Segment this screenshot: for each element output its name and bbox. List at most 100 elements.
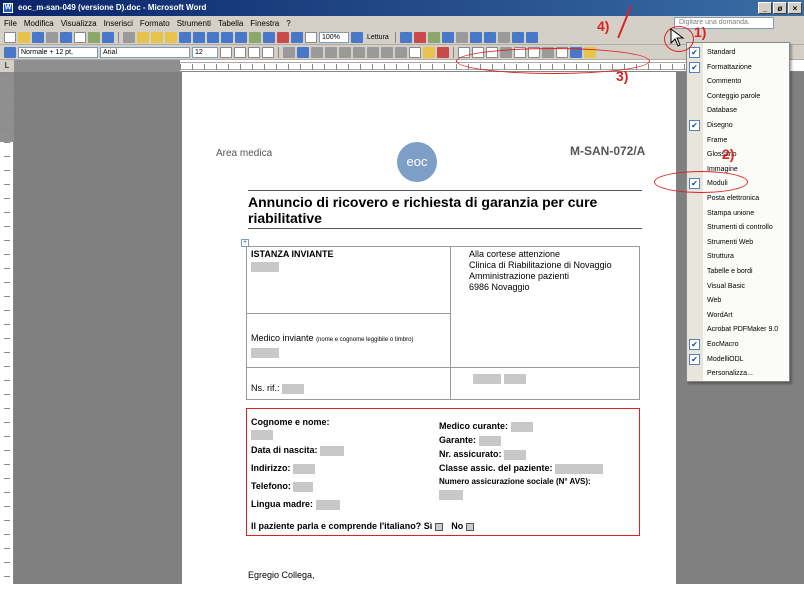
menu-visualizza[interactable]: Visualizza (61, 19, 97, 28)
tab-selector[interactable]: L (0, 60, 14, 72)
close-button[interactable]: × (788, 2, 802, 14)
numbering-icon[interactable] (353, 46, 365, 58)
menu-help[interactable]: ? (286, 19, 290, 28)
save-icon[interactable] (32, 31, 44, 43)
date-fields[interactable] (473, 373, 526, 384)
grow-font-icon[interactable] (220, 46, 232, 58)
toolbar-menu-item[interactable]: Strumenti di controllo (687, 220, 791, 235)
decrease-indent-icon[interactable] (381, 46, 393, 58)
menu-formato[interactable]: Formato (140, 19, 170, 28)
word-doc-icon[interactable]: W (3, 3, 13, 13)
menu-strumenti[interactable]: Strumenti (177, 19, 211, 28)
toolbar-menu-item[interactable]: Frame (687, 133, 791, 148)
print-preview-icon[interactable] (74, 31, 86, 43)
open-folder-icon[interactable] (18, 31, 30, 43)
copy-icon[interactable] (137, 31, 149, 43)
font-size-select[interactable]: 12 (192, 46, 218, 58)
read-mode-button[interactable]: Lettura (365, 34, 391, 41)
avs-field[interactable] (439, 489, 463, 500)
tool-d-icon[interactable] (441, 31, 454, 43)
insert-table-icon[interactable] (235, 31, 247, 43)
tool-i-icon[interactable] (511, 31, 524, 43)
toolbar-menu-item[interactable]: Struttura (687, 249, 791, 264)
tool-b-icon[interactable] (413, 31, 426, 43)
telefono-field[interactable] (293, 481, 314, 492)
italic-icon[interactable] (248, 46, 260, 58)
ask-question-input[interactable]: Digitare una domanda. (674, 17, 774, 29)
zoom-select[interactable]: 100% (319, 31, 349, 43)
spelling-icon[interactable] (88, 31, 100, 43)
styles-pane-icon[interactable] (4, 46, 16, 58)
no-checkbox[interactable] (465, 522, 474, 531)
drawing-icon[interactable] (277, 31, 289, 43)
toolbar-menu-item[interactable]: ✔ Disegno (687, 118, 791, 133)
toolbar-menu-item[interactable]: WordArt (687, 308, 791, 323)
data-nascita-field[interactable] (320, 445, 345, 456)
undo-icon[interactable] (179, 31, 191, 43)
toolbar-menu-item[interactable]: Web (687, 293, 791, 308)
bold-icon[interactable] (234, 46, 246, 58)
new-doc-icon[interactable] (4, 31, 16, 43)
lingua-field[interactable] (315, 499, 340, 510)
line-spacing-icon[interactable] (339, 46, 351, 58)
justify-icon[interactable] (325, 46, 337, 58)
menu-modifica[interactable]: Modifica (24, 19, 54, 28)
increase-indent-icon[interactable] (395, 46, 407, 58)
border-icon[interactable] (409, 46, 421, 58)
menu-tabella[interactable]: Tabella (218, 19, 243, 28)
format-painter-icon[interactable] (165, 31, 177, 43)
toolbar-menu-item[interactable]: Tabelle e bordi (687, 264, 791, 279)
tool-e-icon[interactable] (455, 31, 468, 43)
insert-excel-icon[interactable] (249, 31, 261, 43)
permission-icon[interactable] (46, 31, 58, 43)
si-checkbox[interactable] (434, 522, 443, 531)
cut-icon[interactable] (123, 31, 135, 43)
toolbar-menu-item[interactable]: Glossario (687, 147, 791, 162)
tool-j-icon[interactable] (525, 31, 538, 43)
toolbar-menu-item[interactable]: Stampa unione (687, 206, 791, 221)
redo-icon[interactable] (193, 31, 205, 43)
nr-assicurato-field[interactable] (504, 449, 527, 460)
paste-icon[interactable] (151, 31, 163, 43)
menu-inserisci[interactable]: Inserisci (104, 19, 133, 28)
font-color-icon[interactable] (437, 46, 449, 58)
restore-button[interactable]: ø (773, 2, 787, 14)
columns-icon[interactable] (263, 31, 275, 43)
menu-file[interactable]: File (4, 19, 17, 28)
vertical-ruler[interactable] (0, 72, 14, 584)
font-select[interactable]: Arial (100, 46, 190, 58)
toolbar-menu-item[interactable]: ✔ EocMacro (687, 337, 791, 352)
minimize-button[interactable]: _ (758, 2, 772, 14)
tool-a-icon[interactable] (399, 31, 412, 43)
tool-h-icon[interactable] (497, 31, 510, 43)
medico-inviante-field[interactable] (251, 347, 279, 358)
tool-c-icon[interactable] (427, 31, 440, 43)
toolbar-menu-item[interactable]: Visual Basic (687, 279, 791, 294)
indirizzo-field[interactable] (293, 463, 316, 474)
style-select[interactable]: Normale + 12 pt, (18, 46, 98, 58)
underline-icon[interactable] (262, 46, 274, 58)
document-page[interactable]: Area medica eoc M-SAN-072/A Annuncio di … (182, 72, 676, 592)
cognome-field[interactable] (251, 429, 273, 440)
align-center-icon[interactable] (297, 46, 309, 58)
tables-borders-icon[interactable] (221, 31, 233, 43)
help-icon[interactable] (351, 31, 363, 43)
highlight-icon[interactable] (423, 46, 435, 58)
document-map-icon[interactable] (291, 31, 303, 43)
toolbar-menu-item[interactable]: Personalizza... (687, 366, 791, 381)
garante-field[interactable] (478, 435, 501, 446)
show-hide-icon[interactable] (305, 31, 317, 43)
toolbar-menu-item[interactable]: ✔ Formattazione (687, 60, 791, 75)
toolbar-menu-item[interactable]: Commento (687, 74, 791, 89)
tool-f-icon[interactable] (469, 31, 482, 43)
toolbar-menu-item[interactable]: Conteggio parole (687, 89, 791, 104)
toolbar-menu-item[interactable]: ✔ Standard (687, 45, 791, 60)
ns-rif-field[interactable] (282, 383, 305, 394)
medico-curante-field[interactable] (510, 421, 533, 432)
toolbar-menu-item[interactable]: ✔ ModelliODL (687, 352, 791, 367)
toolbar-menu-item[interactable]: Database (687, 103, 791, 118)
research-icon[interactable] (102, 31, 114, 43)
toolbar-menu-item[interactable]: Acrobat PDFMaker 9.0 (687, 322, 791, 337)
menu-finestra[interactable]: Finestra (250, 19, 279, 28)
hyperlink-icon[interactable] (207, 31, 219, 43)
